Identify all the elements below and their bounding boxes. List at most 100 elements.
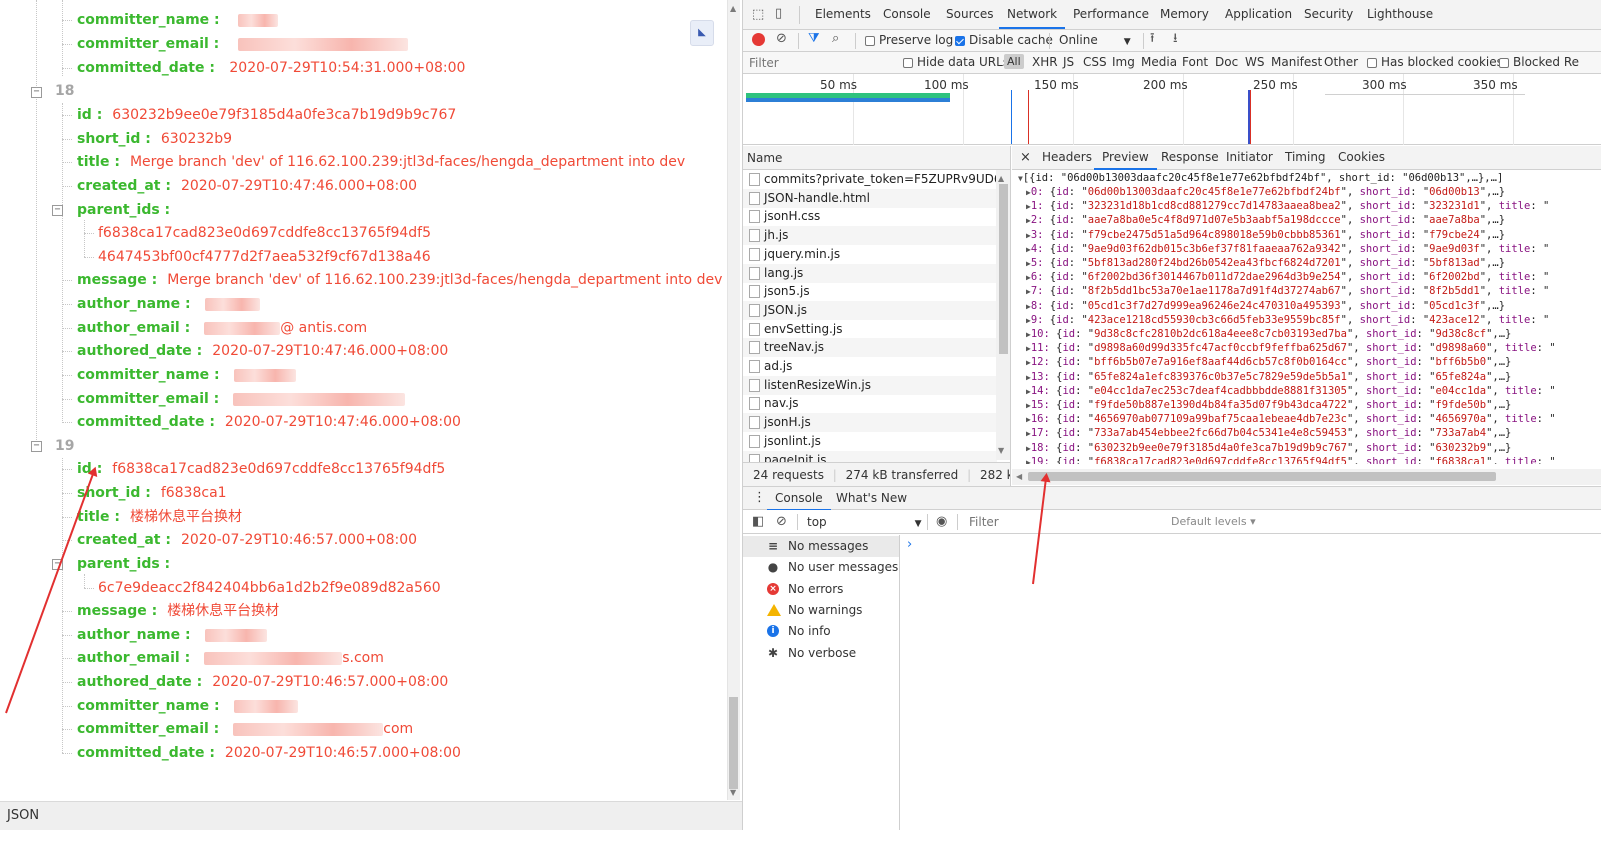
device-toolbar-icon[interactable]: ▯ — [775, 7, 782, 20]
close-icon[interactable]: × — [1020, 150, 1031, 165]
preview-array-item[interactable]: ▶13: {id: "65fe824a1efc839376c0b37e5c782… — [1026, 370, 1511, 384]
console-sidebar-item[interactable]: ● No user messages — [743, 557, 899, 578]
preview-array-item[interactable]: ▶11: {id: "d9898a60d99d335fc47acf0ccbf9f… — [1026, 341, 1556, 355]
tab-performance[interactable]: Performance — [1073, 0, 1149, 29]
request-row[interactable]: pageInit.js — [743, 450, 997, 462]
tab-sources[interactable]: Sources — [946, 0, 993, 29]
collapse-toggle-19[interactable]: − — [31, 441, 42, 452]
request-row[interactable]: listenResizeWin.js — [743, 375, 997, 395]
request-row[interactable]: nav.js — [743, 394, 997, 413]
scrollbar-thumb[interactable] — [999, 184, 1008, 354]
console-sidebar-item[interactable]: × No errors — [743, 579, 899, 600]
context-select[interactable]: top ▼ — [807, 515, 922, 529]
scrollbar-thumb[interactable] — [1028, 472, 1496, 481]
console-sidebar-item[interactable]: ✱ No verbose — [743, 643, 899, 664]
preview-array-item[interactable]: ▶2: {id: "aae7a8ba0e5c4f8d971d07e5b3aabf… — [1026, 213, 1505, 227]
network-timeline-overview[interactable]: 50 ms 100 ms 150 ms 200 ms 250 ms 300 ms… — [743, 74, 1601, 145]
console-filter-input[interactable] — [965, 513, 1161, 531]
scroll-up-icon[interactable]: ▲ — [730, 4, 736, 13]
drawer-tab-console[interactable]: Console — [767, 487, 831, 511]
tab-response[interactable]: Response — [1161, 146, 1219, 170]
filter-icon[interactable]: ⧩ — [808, 32, 820, 45]
tab-cookies[interactable]: Cookies — [1338, 146, 1385, 170]
log-levels-select[interactable]: Default levels ▾ — [1171, 515, 1256, 528]
drawer-tab-whats-new[interactable]: What's New — [836, 487, 907, 511]
hide-data-urls-checkbox[interactable]: Hide data URLs — [903, 55, 1009, 69]
eye-icon[interactable]: ◉ — [936, 515, 947, 528]
record-icon[interactable] — [752, 33, 765, 46]
scroll-down-icon[interactable]: ▼ — [998, 446, 1004, 455]
filter-type-doc[interactable]: Doc — [1215, 55, 1238, 69]
preview-root-row[interactable]: ▼[{id: "06d00b13003daafc20c45f8e1e77e62b… — [1018, 171, 1503, 185]
request-row[interactable]: JSON.js — [743, 300, 997, 320]
blocked-requests-checkbox[interactable]: Blocked Re — [1499, 55, 1579, 69]
clear-console-icon[interactable]: ⊘ — [776, 515, 787, 528]
inspect-element-icon[interactable]: ⬚ — [752, 8, 764, 21]
console-sidebar-item[interactable]: ≡ No messages — [743, 536, 899, 557]
filter-type-media[interactable]: Media — [1141, 55, 1177, 69]
request-row[interactable]: envSetting.js — [743, 320, 997, 339]
preview-array-item[interactable]: ▶1: {id: "323231d18b1cd8cd881279cc7d1478… — [1026, 199, 1549, 213]
request-row[interactable]: jh.js — [743, 226, 997, 246]
json-viewer-scrollbar[interactable]: ▲ ▼ — [727, 0, 740, 800]
preview-array-item[interactable]: ▶15: {id: "f9fde50b887e1390d4b84fa35d07f… — [1026, 398, 1511, 412]
filter-type-js[interactable]: JS — [1063, 55, 1074, 69]
preview-array-item[interactable]: ▶8: {id: "05cd1c3f7d27d999ea96246e24c470… — [1026, 299, 1505, 313]
request-row[interactable]: jsonH.css — [743, 207, 997, 226]
console-prompt[interactable]: › — [907, 537, 912, 552]
preview-array-item[interactable]: ▶5: {id: "5bf813ad280f24bd26b0542ea43fbc… — [1026, 256, 1505, 270]
filter-type-img[interactable]: Img — [1112, 55, 1135, 69]
request-row[interactable]: JSON-handle.html — [743, 188, 997, 208]
name-column-header[interactable]: Name — [743, 146, 1010, 170]
request-row[interactable]: commits?private_token=F5ZUPRv9UD6Rer7. — [743, 170, 997, 189]
preview-array-item[interactable]: ▶4: {id: "9ae9d03f62db015c3b6ef37f81faae… — [1026, 242, 1549, 256]
throttling-select[interactable]: Online ▼ — [1059, 33, 1131, 47]
import-har-icon[interactable]: ⭱ — [1150, 32, 1155, 45]
filter-type-xhr[interactable]: XHR — [1032, 55, 1058, 69]
preview-array-item[interactable]: ▶10: {id: "9d38c8cfc2810b2dc618a4eee8c7c… — [1026, 327, 1511, 341]
tab-application[interactable]: Application — [1225, 0, 1292, 29]
filter-type-manifest[interactable]: Manifest — [1271, 55, 1322, 69]
preview-array-item[interactable]: ▶16: {id: "4656970ab077109a99baf75caa1eb… — [1026, 412, 1556, 426]
request-row[interactable]: treeNav.js — [743, 338, 997, 358]
filter-type-css[interactable]: CSS — [1083, 55, 1107, 69]
response-preview[interactable]: ▼[{id: "06d00b13003daafc20c45f8e1e77e62b… — [1012, 170, 1601, 464]
disable-cache-checkbox[interactable]: Disable cache — [955, 33, 1053, 47]
console-sidebar-item[interactable]: i No info — [743, 621, 899, 642]
preview-array-item[interactable]: ▶12: {id: "bff6b5b07e7a916ef8aaf44d6cb57… — [1026, 355, 1511, 369]
tab-initiator[interactable]: Initiator — [1226, 146, 1273, 170]
scroll-up-icon[interactable]: ▲ — [998, 174, 1004, 183]
scrollbar-thumb[interactable] — [729, 697, 738, 789]
preview-array-item[interactable]: ▶19: {id: "f6838ca17cad823e0d697cddfe8cc… — [1026, 455, 1556, 464]
request-row[interactable]: jsonH.js — [743, 413, 997, 433]
preview-array-item[interactable]: ▶14: {id: "e04cc1da7ec253c7deaf4cadbbbdd… — [1026, 384, 1556, 398]
preview-array-item[interactable]: ▶6: {id: "6f2002bd36f3014467b011d72dae29… — [1026, 270, 1549, 284]
tab-network[interactable]: Network — [999, 0, 1066, 29]
request-row[interactable]: jsonlint.js — [743, 432, 997, 451]
filter-type-font[interactable]: Font — [1182, 55, 1208, 69]
preview-array-item[interactable]: ▶17: {id: "733a7ab454ebbee2fc66d7b04c534… — [1026, 426, 1511, 440]
tab-elements[interactable]: Elements — [815, 0, 871, 29]
request-row[interactable]: lang.js — [743, 263, 997, 283]
preview-array-item[interactable]: ▶18: {id: "630232b9ee0e79f3185d4a0fe3ca7… — [1026, 441, 1511, 455]
scroll-down-icon[interactable]: ▼ — [730, 788, 736, 797]
console-sidebar-item[interactable]: No warnings — [743, 600, 899, 621]
filter-type-all[interactable]: All — [1004, 54, 1024, 69]
export-har-icon[interactable]: ⭳ — [1173, 32, 1178, 45]
tab-security[interactable]: Security — [1304, 0, 1353, 29]
drawer-menu-icon[interactable]: ⋮ — [753, 490, 766, 505]
preview-array-item[interactable]: ▶9: {id: "423ace1218cd55930cb3c66d5feb33… — [1026, 313, 1549, 327]
tab-console[interactable]: Console — [883, 0, 931, 29]
filter-type-ws[interactable]: WS — [1245, 55, 1264, 69]
preview-array-item[interactable]: ▶0: {id: "06d00b13003daafc20c45f8e1e77e6… — [1026, 185, 1505, 199]
preserve-log-checkbox[interactable]: Preserve log — [865, 33, 953, 47]
tab-timing[interactable]: Timing — [1285, 146, 1326, 170]
has-blocked-cookies-checkbox[interactable]: Has blocked cookies — [1367, 55, 1503, 69]
sidebar-toggle-icon[interactable]: ◧ — [752, 515, 764, 528]
scroll-left-icon[interactable]: ◀ — [1016, 472, 1022, 481]
collapse-toggle-18[interactable]: − — [31, 87, 42, 98]
request-row[interactable]: json5.js — [743, 282, 997, 301]
preview-array-item[interactable]: ▶3: {id: "f79cbe2475d51a5d964c898018e59b… — [1026, 228, 1505, 242]
collapse-panel-button[interactable]: ◣ — [690, 20, 714, 46]
filter-input[interactable] — [746, 54, 892, 71]
